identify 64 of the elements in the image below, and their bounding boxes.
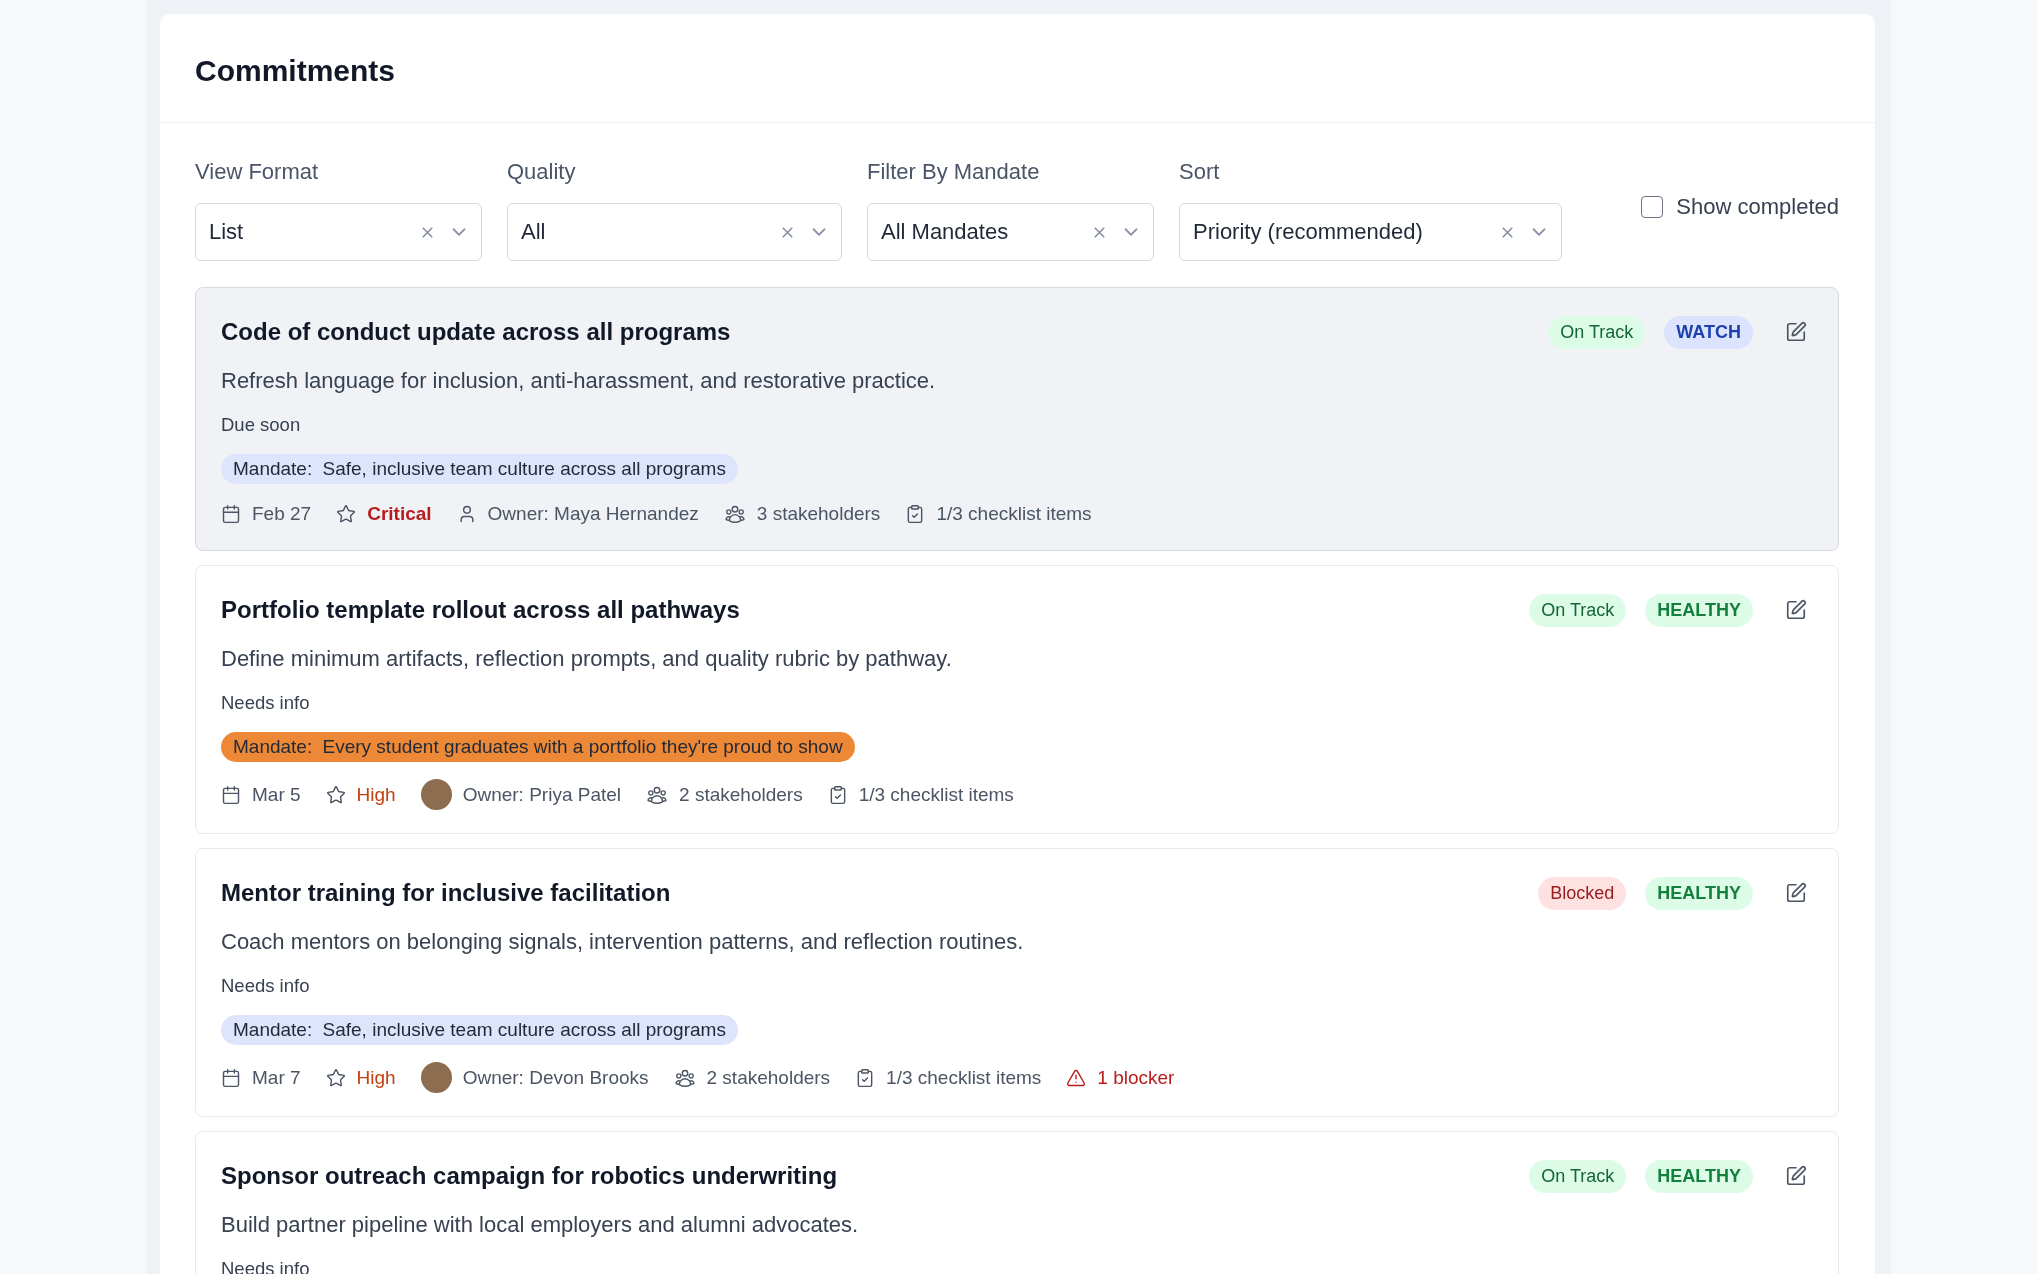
- checklist-count: 1/3 checklist items: [936, 502, 1092, 526]
- owner-name: Owner: Priya Patel: [462, 782, 622, 807]
- stakeholder-count: 2 stakeholders: [679, 782, 803, 807]
- mandate-tag: Mandate: Safe, inclusive team culture across all programs: [221, 454, 738, 484]
- dropdown-select[interactable]: All: [507, 203, 842, 261]
- page-title: Commitments: [195, 53, 396, 89]
- star-icon: [336, 504, 357, 524]
- status-badge: On Track: [1529, 593, 1627, 627]
- due-date: Mar 5: [252, 782, 301, 807]
- commitment-card[interactable]: [195, 848, 1839, 1117]
- status-badge: On Track: [1548, 315, 1646, 349]
- field-label: Filter By Mandate: [867, 159, 1040, 185]
- field-label: View Format: [195, 159, 319, 185]
- status-note: Needs info: [221, 691, 310, 715]
- mandate-tag: Mandate: Safe, inclusive team culture across all programs: [221, 1015, 738, 1045]
- dropdown-select[interactable]: All Mandates: [867, 203, 1154, 261]
- mandate-tag: Mandate: Every student graduates with a portfolio they're proud to show: [221, 732, 855, 762]
- health-badge: WATCH: [1664, 315, 1753, 349]
- health-badge: HEALTHY: [1645, 876, 1753, 910]
- status-note: Due soon: [221, 413, 301, 437]
- stakeholder-count: 3 stakeholders: [756, 502, 881, 526]
- commitment-card[interactable]: [195, 287, 1839, 551]
- commitment-title: Sponsor outreach campaign for robotics underwriting: [221, 1161, 838, 1191]
- status-badge: On Track: [1529, 1159, 1627, 1193]
- dropdown-select[interactable]: List: [195, 203, 482, 261]
- status-note: Needs info: [221, 974, 310, 998]
- warning-icon: [1066, 1067, 1087, 1088]
- edit-icon: [1785, 321, 1807, 343]
- stakeholder-count: 2 stakeholders: [706, 1065, 831, 1090]
- health-badge: HEALTHY: [1645, 1159, 1753, 1193]
- dropdown-select[interactable]: Priority (recommended): [1179, 203, 1562, 261]
- checklist-count: 1/3 checklist items: [858, 782, 1014, 807]
- field-label: Quality: [507, 159, 576, 185]
- priority-label: Critical: [367, 502, 432, 526]
- priority-label: High: [356, 782, 396, 807]
- commitment-title: Mentor training for inclusive facilitation: [221, 878, 671, 908]
- checkbox[interactable]: [1641, 196, 1664, 218]
- star-icon: [325, 784, 346, 805]
- calendar-icon: [221, 784, 241, 805]
- commitment-description: Build partner pipeline with local employers and alumni advocates.: [221, 1211, 859, 1239]
- owner-name: Owner: Maya Hernandez: [487, 502, 699, 526]
- commitment-card[interactable]: [195, 565, 1839, 834]
- star-icon: [325, 1067, 346, 1088]
- status-badge: Blocked: [1538, 876, 1627, 910]
- calendar-icon: [221, 1067, 241, 1088]
- calendar-icon: [221, 504, 241, 524]
- checklist-count: 1/3 checklist items: [886, 1065, 1042, 1090]
- edit-icon: [1785, 882, 1807, 904]
- commitment-description: Define minimum artifacts, reflection prompts, and quality rubric by pathway.: [221, 645, 952, 673]
- due-date: Mar 7: [252, 1065, 301, 1090]
- field-label: Sort: [1179, 159, 1220, 185]
- health-badge: HEALTHY: [1645, 593, 1753, 627]
- edit-icon: [1785, 1165, 1807, 1187]
- blocker-count: 1 blocker: [1097, 1065, 1175, 1090]
- priority-label: High: [356, 1065, 396, 1090]
- edit-icon: [1785, 599, 1807, 621]
- people-group-icon: [723, 503, 746, 525]
- due-date: Feb 27: [252, 502, 312, 526]
- owner-name: Owner: Devon Brooks: [462, 1065, 649, 1090]
- checkbox-label[interactable]: Show completed: [1676, 194, 1839, 220]
- commitment-description: Refresh language for inclusion, anti-harassment, and restorative practice.: [221, 367, 936, 395]
- commitment-title: Portfolio template rollout across all pathways: [221, 595, 740, 625]
- commitment-description: Coach mentors on belonging signals, intervention patterns, and reflection routines.: [221, 928, 1024, 956]
- commitment-title: Code of conduct update across all programs: [221, 317, 731, 347]
